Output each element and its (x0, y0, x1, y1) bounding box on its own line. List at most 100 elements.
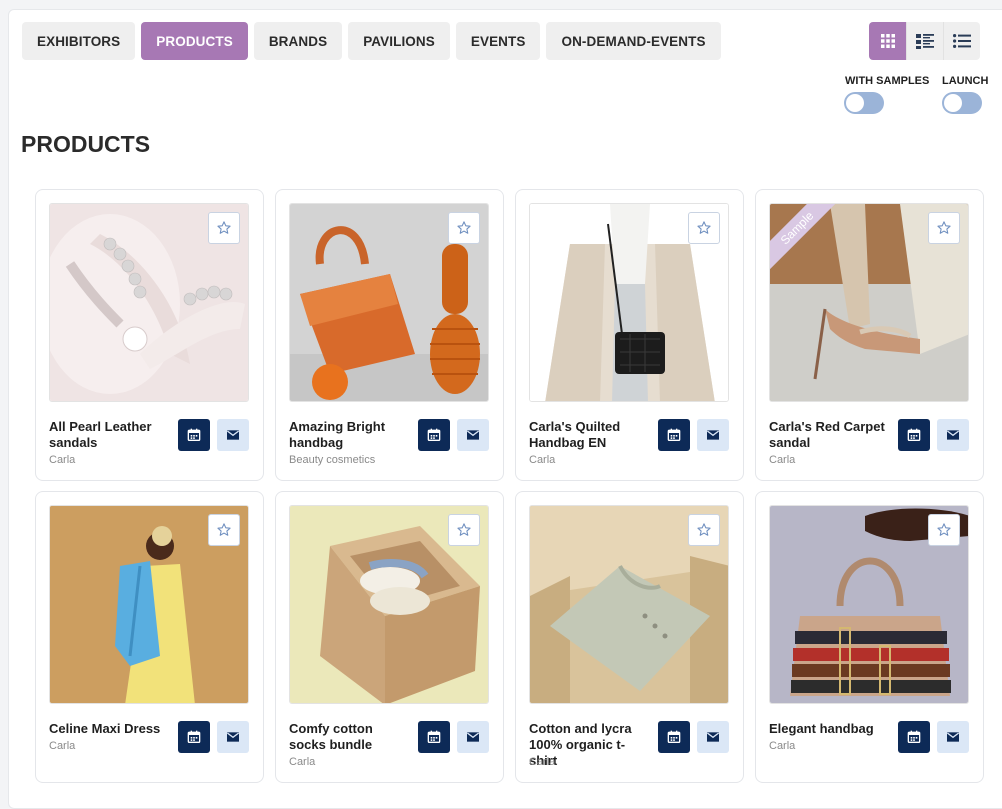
send-message-button[interactable] (937, 721, 969, 753)
product-card[interactable]: Celine Maxi Dress Carla (35, 491, 264, 783)
schedule-meeting-button[interactable] (418, 721, 450, 753)
schedule-meeting-button[interactable] (658, 419, 690, 451)
schedule-meeting-button[interactable] (178, 419, 210, 451)
favorite-button[interactable] (688, 212, 720, 244)
product-image-quilted-handbag[interactable] (529, 203, 729, 402)
product-brand: Beauty cosmetics (289, 454, 376, 466)
favorite-button[interactable] (208, 212, 240, 244)
product-card[interactable]: Amazing Bright handbag Beauty cosmetics (275, 189, 504, 481)
calendar-icon (186, 427, 202, 443)
product-name: All Pearl Leather sandals (49, 419, 152, 450)
product-image-maxi-dress[interactable] (49, 505, 249, 704)
send-message-button[interactable] (697, 721, 729, 753)
grid-icon (880, 34, 895, 48)
toggle-knob (846, 94, 864, 112)
star-icon (456, 220, 472, 236)
schedule-meeting-button[interactable] (418, 419, 450, 451)
star-icon (696, 522, 712, 538)
grid-view-button[interactable] (869, 22, 906, 60)
tab-events[interactable]: EVENTS (455, 22, 541, 60)
calendar-icon (426, 729, 442, 745)
calendar-icon (906, 729, 922, 745)
favorite-button[interactable] (688, 514, 720, 546)
detail-list-icon (916, 33, 934, 49)
star-icon (456, 522, 472, 538)
calendar-icon (426, 427, 442, 443)
send-message-button[interactable] (937, 419, 969, 451)
product-name: Celine Maxi Dress (49, 721, 161, 736)
favorite-button[interactable] (208, 514, 240, 546)
send-message-button[interactable] (217, 721, 249, 753)
with-samples-toggle[interactable] (844, 92, 884, 114)
mail-icon (225, 729, 241, 745)
calendar-icon (906, 427, 922, 443)
favorite-button[interactable] (928, 212, 960, 244)
schedule-meeting-button[interactable] (898, 419, 930, 451)
send-message-button[interactable] (457, 721, 489, 753)
product-brand: Carla (49, 454, 76, 466)
product-image-socks-bundle[interactable] (289, 505, 489, 704)
product-image-handbag[interactable] (289, 203, 489, 402)
product-image-red-carpet-sandal[interactable]: Sample (769, 203, 969, 402)
star-icon (936, 522, 952, 538)
product-name: Carla's Quilted Handbag EN (529, 419, 621, 450)
mail-icon (465, 427, 481, 443)
product-name: Amazing Bright handbag (289, 419, 386, 450)
mail-icon (225, 427, 241, 443)
with-samples-label: WITH SAMPLES (845, 75, 930, 87)
send-message-button[interactable] (457, 419, 489, 451)
star-icon (936, 220, 952, 236)
product-brand: Carla (529, 454, 556, 466)
star-icon (216, 522, 232, 538)
product-brand: Carla (289, 756, 316, 768)
product-brand: Carla (49, 740, 76, 752)
favorite-button[interactable] (448, 514, 480, 546)
page-title: PRODUCTS (21, 131, 151, 157)
product-image-sandals[interactable] (49, 203, 249, 402)
mail-icon (465, 729, 481, 745)
mail-icon (945, 427, 961, 443)
launch-toggle[interactable] (942, 92, 982, 114)
tab-on-demand-events[interactable]: ON-DEMAND-EVENTS (546, 22, 721, 60)
schedule-meeting-button[interactable] (178, 721, 210, 753)
product-name: Carla's Red Carpet sandal (769, 419, 885, 450)
product-name: Comfy cotton socks bundle (289, 721, 373, 752)
list-icon (953, 34, 971, 48)
send-message-button[interactable] (697, 419, 729, 451)
product-brand: Carla (529, 756, 556, 768)
mail-icon (945, 729, 961, 745)
product-card[interactable]: Cotton and lycra 100% organic t-shirt Ca… (515, 491, 744, 783)
tab-pavilions[interactable]: PAVILIONS (348, 22, 450, 60)
star-icon (216, 220, 232, 236)
schedule-meeting-button[interactable] (898, 721, 930, 753)
product-card[interactable]: All Pearl Leather sandals Carla (35, 189, 264, 481)
product-image-elegant-handbag[interactable] (769, 505, 969, 704)
product-brand: Carla (769, 740, 796, 752)
product-card[interactable]: Elegant handbag Carla (755, 491, 984, 783)
tab-brands[interactable]: BRANDS (253, 22, 343, 60)
send-message-button[interactable] (217, 419, 249, 451)
detail-list-view-button[interactable] (906, 22, 943, 60)
calendar-icon (666, 427, 682, 443)
favorite-button[interactable] (448, 212, 480, 244)
category-tabs: EXHIBITORS PRODUCTS BRANDS PAVILIONS EVE… (22, 22, 721, 60)
calendar-icon (186, 729, 202, 745)
schedule-meeting-button[interactable] (658, 721, 690, 753)
view-switcher (869, 22, 980, 60)
tab-products[interactable]: PRODUCTS (141, 22, 248, 60)
list-view-button[interactable] (943, 22, 980, 60)
launch-label: LAUNCH (942, 75, 989, 87)
product-card[interactable]: Carla's Quilted Handbag EN Carla (515, 189, 744, 481)
product-brand: Carla (769, 454, 796, 466)
mail-icon (705, 729, 721, 745)
toggle-knob (944, 94, 962, 112)
mail-icon (705, 427, 721, 443)
product-image-organic-tshirt[interactable] (529, 505, 729, 704)
product-name: Elegant handbag (769, 721, 874, 736)
star-icon (696, 220, 712, 236)
favorite-button[interactable] (928, 514, 960, 546)
tab-exhibitors[interactable]: EXHIBITORS (22, 22, 136, 60)
calendar-icon (666, 729, 682, 745)
product-card[interactable]: Comfy cotton socks bundle Carla (275, 491, 504, 783)
product-card[interactable]: Sample Carla's Red Carpet sandal Carla (755, 189, 984, 481)
